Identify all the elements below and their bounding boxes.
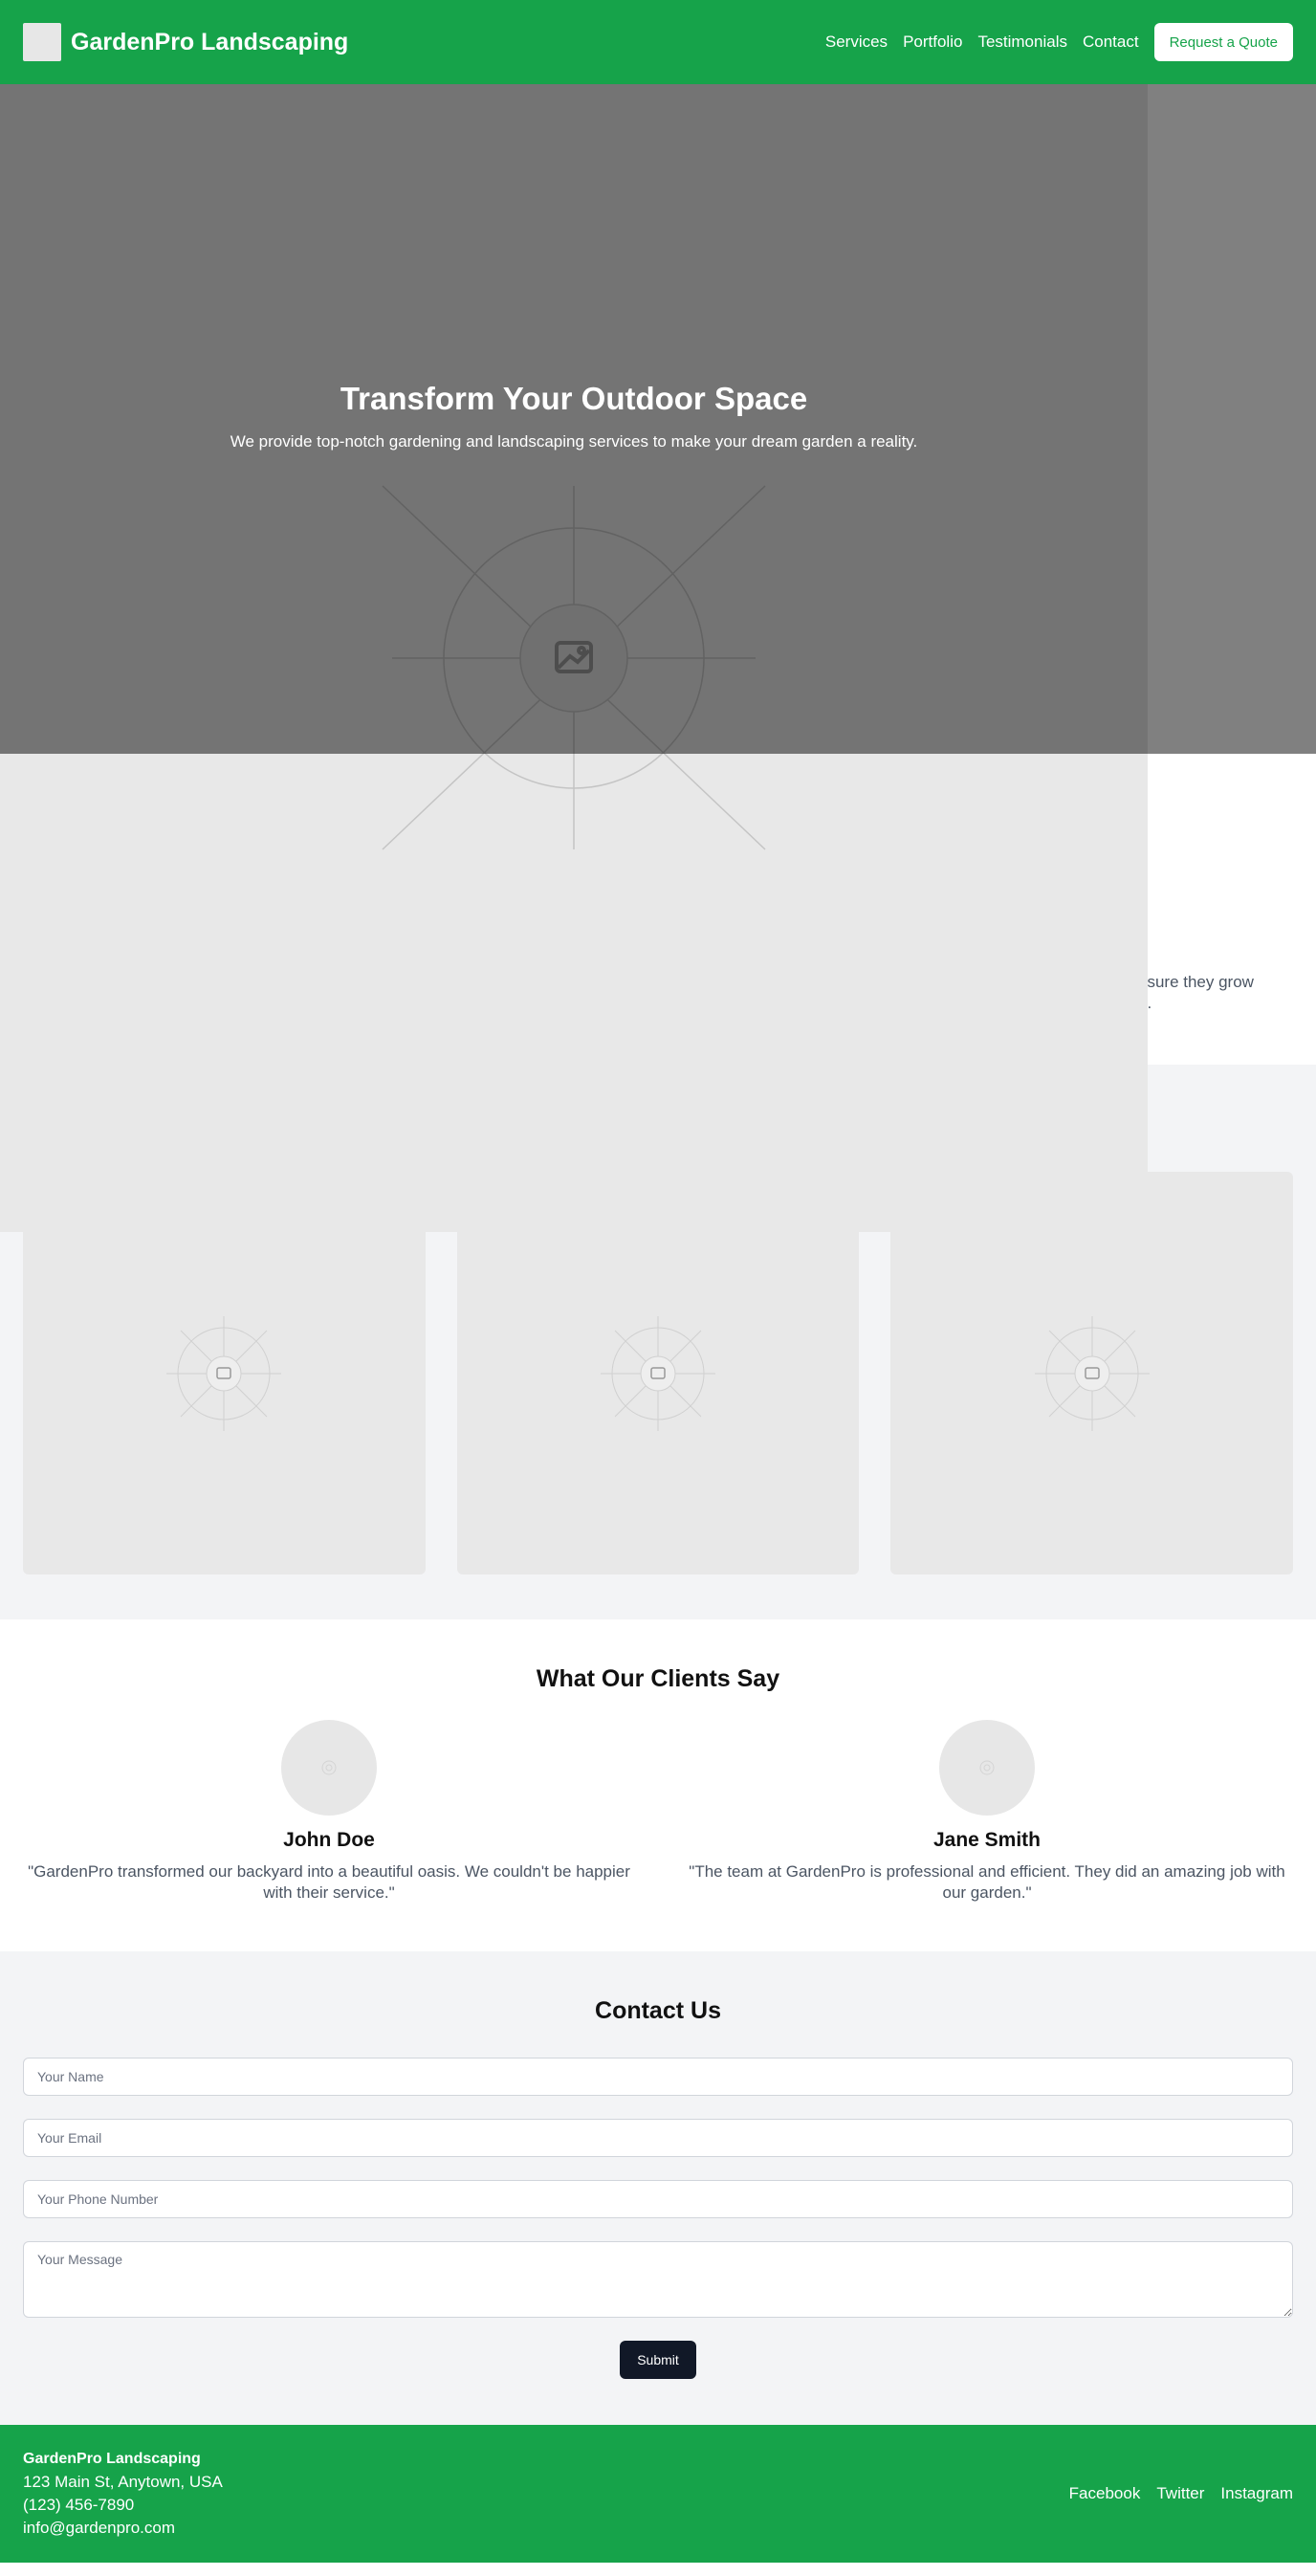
logo-image	[23, 23, 61, 61]
social-links: Facebook Twitter Instagram	[1069, 2484, 1293, 2503]
testimonial-quote: "GardenPro transformed our backyard into…	[28, 1862, 630, 1902]
brand[interactable]: GardenPro Landscaping	[23, 23, 348, 61]
hero-subtitle: We provide top-notch gardening and lands…	[230, 432, 918, 451]
image-placeholder-icon	[979, 1760, 995, 1775]
name-input[interactable]	[23, 2058, 1293, 2096]
footer-email: info@gardenpro.com	[23, 2519, 176, 2537]
testimonial-name: John Doe	[283, 1829, 375, 1851]
portfolio-image[interactable]	[456, 1172, 860, 1574]
portfolio-grid	[23, 1172, 1294, 1574]
image-placeholder-icon	[601, 1315, 715, 1431]
testimonial-card: Jane Smith "The team at GardenPro is pro…	[681, 1720, 1293, 1904]
portfolio-image[interactable]	[890, 1172, 1294, 1574]
contact-title: Contact Us	[595, 1997, 721, 2024]
site-header: GardenPro Landscaping Services Portfolio…	[0, 0, 1316, 84]
social-link-facebook[interactable]: Facebook	[1069, 2484, 1141, 2503]
footer-address: 123 Main St, Anytown, USA	[23, 2473, 223, 2491]
portfolio-image[interactable]	[23, 1172, 426, 1574]
nav-link-services[interactable]: Services	[825, 33, 888, 52]
footer-phone: (123) 456-7890	[23, 2496, 135, 2514]
services-text-line: nsure they grow	[1138, 973, 1254, 991]
footer-info: GardenPro Landscaping 123 Main St, Anyto…	[23, 2448, 223, 2540]
contact-section: Contact Us Submit	[0, 1951, 1316, 2425]
brand-name: GardenPro Landscaping	[71, 28, 349, 55]
services-text-line: g.	[1138, 993, 1254, 1014]
hero-content: Transform Your Outdoor Space We provide …	[0, 381, 1148, 451]
nav-link-testimonials[interactable]: Testimonials	[977, 33, 1067, 52]
email-input[interactable]	[23, 2119, 1293, 2157]
avatar	[939, 1720, 1035, 1816]
request-quote-button[interactable]: Request a Quote	[1153, 23, 1293, 61]
nav-link-contact[interactable]: Contact	[1083, 33, 1139, 52]
phone-input[interactable]	[23, 2180, 1293, 2218]
image-placeholder-icon	[166, 1315, 282, 1431]
main-nav: Services Portfolio Testimonials Contact …	[825, 23, 1293, 61]
testimonial-name: Jane Smith	[932, 1829, 1042, 1851]
site-footer: GardenPro Landscaping 123 Main St, Anyto…	[0, 2425, 1316, 2563]
hero-title: Transform Your Outdoor Space	[340, 381, 808, 416]
message-textarea[interactable]	[23, 2241, 1293, 2318]
image-placeholder-icon	[1034, 1315, 1150, 1431]
avatar	[281, 1720, 377, 1816]
testimonials-grid: John Doe "GardenPro transformed our back…	[23, 1720, 1293, 1904]
submit-button[interactable]: Submit	[620, 2341, 696, 2379]
footer-brand: GardenPro Landscaping	[23, 2451, 201, 2467]
image-placeholder-icon	[321, 1760, 337, 1775]
testimonial-card: John Doe "GardenPro transformed our back…	[23, 1720, 635, 1904]
testimonial-quote: "The team at GardenPro is professional a…	[689, 1862, 1285, 1902]
testimonials-title: What Our Clients Say	[536, 1665, 780, 1692]
social-link-twitter[interactable]: Twitter	[1156, 2484, 1204, 2503]
nav-link-portfolio[interactable]: Portfolio	[903, 33, 962, 52]
hero-placeholder-image	[0, 84, 1148, 1232]
testimonials-section: What Our Clients Say John Doe "GardenPro…	[0, 1619, 1316, 1951]
services-description-fragment: nsure they grow g.	[1138, 972, 1254, 1014]
social-link-instagram[interactable]: Instagram	[1220, 2484, 1293, 2503]
contact-form: Submit	[23, 2058, 1293, 2379]
